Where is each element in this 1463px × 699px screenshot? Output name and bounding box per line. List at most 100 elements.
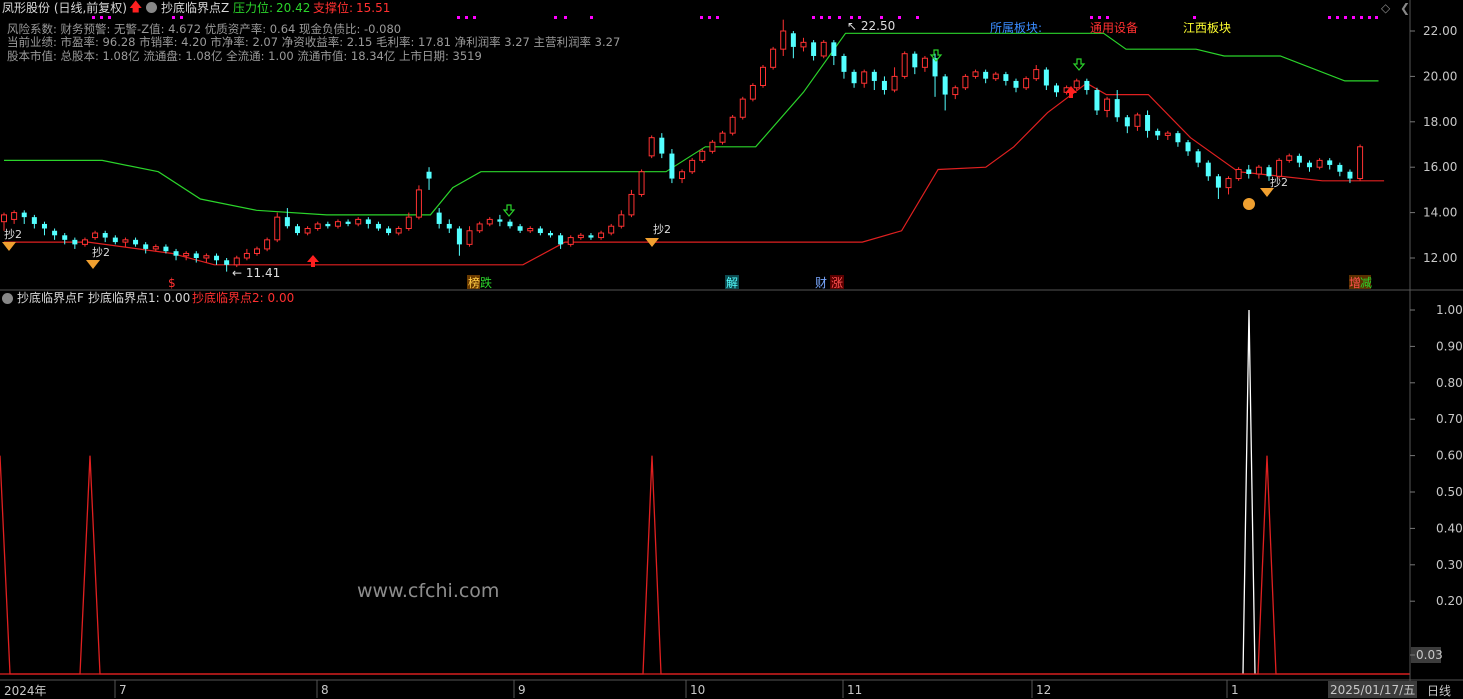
candle-body (517, 226, 523, 231)
x-tick-label: 10 (690, 683, 705, 697)
axes: 22.00 20.00 18.00 16.00 14.00 12.00 1.00 0.90 0.… (0, 0, 1463, 698)
candle-body (1175, 133, 1181, 143)
low-price-label: ← 11.41 (232, 266, 280, 280)
candle-body (618, 214, 625, 227)
candle-body (1104, 98, 1111, 111)
candle-body (831, 42, 837, 56)
settings-circle-icon[interactable] (2, 293, 13, 304)
candle-body (1043, 69, 1049, 86)
x-tick-label: 7 (119, 683, 127, 697)
sub-indicator-name[interactable]: 抄底临界点F (17, 291, 84, 306)
candle-body (183, 252, 190, 257)
candle-body (11, 212, 18, 220)
candle-body (1023, 78, 1030, 89)
y-tick-label: 0.30 (1436, 558, 1463, 572)
candle-body (577, 234, 584, 239)
y-tick-label: 12.00 (1423, 251, 1457, 265)
signal-dot (1375, 16, 1378, 19)
sector-tag-jiangxi[interactable]: 江西板块 (1183, 19, 1231, 36)
y-tick-label: 0.03 (1416, 648, 1443, 662)
y-tick-label: 16.00 (1423, 160, 1457, 174)
event-tag: 跌 (480, 275, 492, 290)
settings-circle-icon[interactable] (146, 2, 157, 13)
y-tick-label: 22.00 (1423, 24, 1457, 38)
candle-body (851, 71, 857, 84)
buy-signal-label: 抄2 (653, 222, 671, 236)
signal-dot (716, 16, 719, 19)
x-tick-label: 1 (1231, 683, 1239, 697)
watermark: www.cfchi.com (357, 580, 500, 602)
candle-body (203, 255, 210, 259)
candle-body (749, 84, 756, 100)
stock-title[interactable]: 凤形股份 (日线,前复权) (2, 0, 127, 16)
candle-body (841, 55, 847, 72)
signal-dot (564, 16, 567, 19)
sector-tag-general-equipment[interactable]: 通用设备 (1090, 19, 1138, 36)
candle-body (92, 232, 99, 239)
candle-body (871, 71, 877, 81)
candle-body (466, 230, 473, 245)
y-tick-label: 20.00 (1423, 69, 1457, 83)
candle-body (527, 227, 534, 232)
candle-body (1053, 85, 1059, 93)
candle-body (224, 260, 230, 265)
candle-body (486, 218, 493, 225)
candle-body (1084, 80, 1090, 91)
signal-dot (1328, 16, 1331, 19)
signal-dot (590, 16, 593, 19)
y-tick-label: 0.40 (1436, 521, 1463, 535)
candle-body (820, 41, 827, 57)
event-tag: 解 (726, 276, 738, 290)
y-tick-label: 1.00 (1436, 303, 1463, 317)
signal-dot (92, 16, 95, 19)
candle-body (507, 221, 513, 227)
candle-body (1013, 80, 1019, 88)
chevron-left-icon[interactable]: ❮ (1400, 0, 1410, 16)
candle-body (446, 223, 452, 229)
event-tag: 财 (815, 276, 827, 290)
diamond-icon[interactable]: ◇ (1381, 0, 1390, 16)
candle-body (102, 233, 108, 238)
indicator-name[interactable]: 抄底临界点Z (161, 0, 229, 16)
candle-body (1255, 166, 1262, 175)
candle-body (284, 217, 290, 227)
buy-signal-label: 抄2 (1270, 175, 1288, 189)
candle-body (790, 33, 796, 47)
candle-body (456, 228, 462, 245)
candle-body (760, 66, 766, 86)
chart-canvas: 22.00 20.00 18.00 16.00 14.00 12.00 1.00 0.90 0.… (0, 0, 1463, 698)
buy-signal-label: 抄2 (4, 227, 22, 241)
candle-body (365, 219, 371, 224)
signal-dot (100, 16, 103, 19)
signal-dot (1352, 16, 1355, 19)
candle-body (274, 216, 281, 241)
candle-body (415, 189, 422, 218)
candle-body (739, 98, 746, 118)
candle-body (41, 223, 47, 229)
candle-body (689, 159, 696, 173)
candle-body (62, 235, 68, 240)
candle-body (1185, 142, 1191, 152)
signal-dot (554, 16, 557, 19)
candle-body (628, 193, 635, 216)
candle-body (942, 76, 948, 95)
period-label[interactable]: 日线 (1427, 682, 1451, 699)
candle-body (405, 216, 412, 229)
y-tick-label: 0.80 (1436, 376, 1463, 390)
signal-dot (838, 16, 841, 19)
candle-body (375, 223, 381, 229)
candle-body (152, 246, 159, 250)
candle-body (31, 217, 37, 224)
pressure-label: 压力位: (233, 1, 274, 15)
candle-body (992, 73, 999, 80)
sub-indicator-value-1: 抄底临界点1: 0.00 (88, 291, 191, 305)
candle-body (193, 253, 199, 258)
candle-body (983, 71, 989, 79)
sub-indicator-series (0, 309, 1410, 675)
x-tick-label: 9 (518, 683, 526, 697)
candle-body (962, 75, 969, 89)
candle-body (304, 227, 311, 234)
candle-body (1145, 114, 1151, 131)
candle-body (729, 116, 736, 134)
candle-body (770, 48, 777, 68)
